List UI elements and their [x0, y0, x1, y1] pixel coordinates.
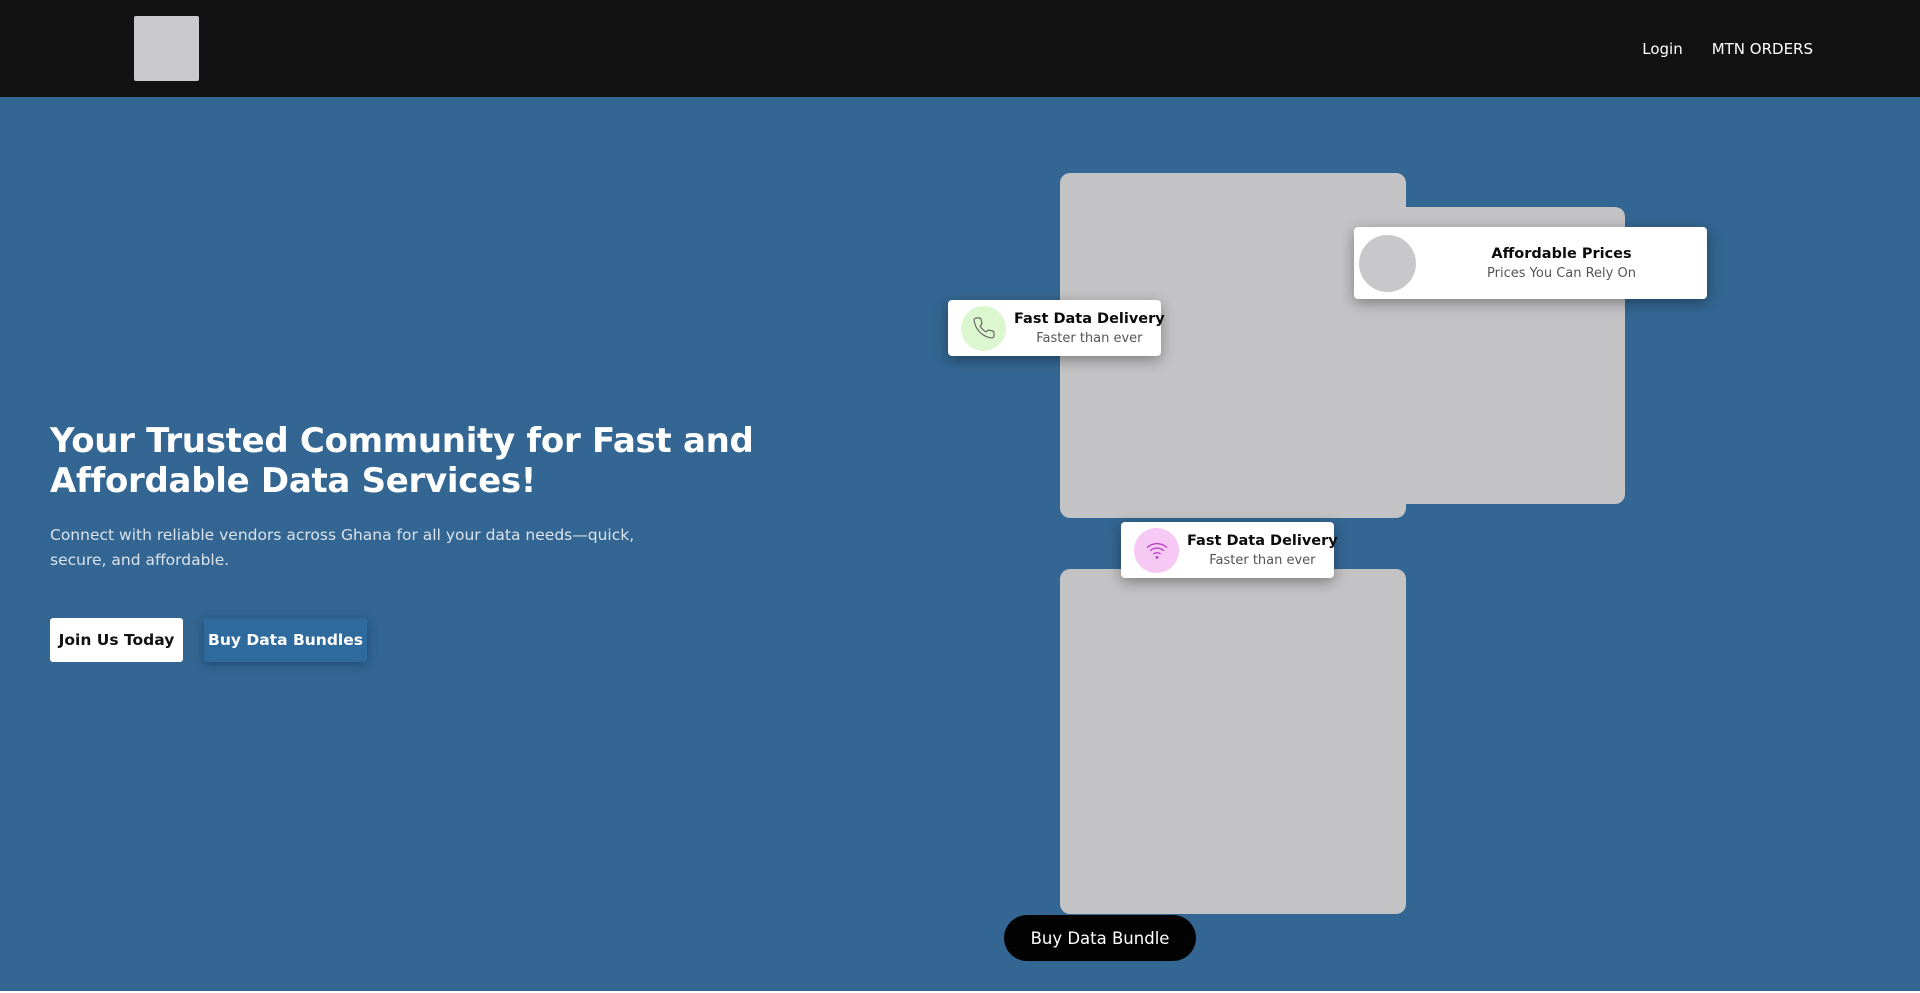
feature-card-title: Fast Data Delivery: [1014, 310, 1165, 327]
feature-card-subtitle: Prices You Can Rely On: [1487, 265, 1636, 281]
feature-card-fast-delivery: Fast Data Delivery Faster than ever: [948, 300, 1165, 356]
nav-mtn-orders-link[interactable]: MTN ORDERS: [1712, 38, 1813, 60]
join-us-button[interactable]: Join Us Today: [50, 618, 183, 662]
buy-data-bundles-button[interactable]: Buy Data Bundles: [204, 618, 367, 662]
feature-card-subtitle: Faster than ever: [1036, 330, 1143, 346]
feature-card-fast-delivery-2: Fast Data Delivery Faster than ever: [1121, 522, 1338, 578]
navbar: Login MTN ORDERS: [0, 0, 1920, 97]
phone-icon: [961, 305, 1006, 351]
hero-title: Your Trusted Community for Fast and Affo…: [50, 421, 754, 501]
hero-section: Your Trusted Community for Fast and Affo…: [0, 97, 1920, 991]
feature-card-title: Fast Data Delivery: [1187, 532, 1338, 549]
hero-subtitle: Connect with reliable vendors across Gha…: [50, 526, 635, 569]
nav-links: Login MTN ORDERS: [1642, 38, 1813, 60]
hero-image-bottom: [1060, 569, 1406, 914]
feature-card-subtitle: Faster than ever: [1209, 552, 1316, 568]
feature-card-affordable-prices: Affordable Prices Prices You Can Rely On: [1354, 227, 1707, 299]
avatar-placeholder-icon: [1359, 234, 1416, 292]
buy-data-bundle-button[interactable]: Buy Data Bundle: [1004, 915, 1196, 961]
wifi-icon: [1134, 527, 1179, 573]
feature-card-title: Affordable Prices: [1491, 245, 1632, 262]
logo[interactable]: [134, 16, 199, 81]
nav-login-link[interactable]: Login: [1642, 38, 1682, 60]
